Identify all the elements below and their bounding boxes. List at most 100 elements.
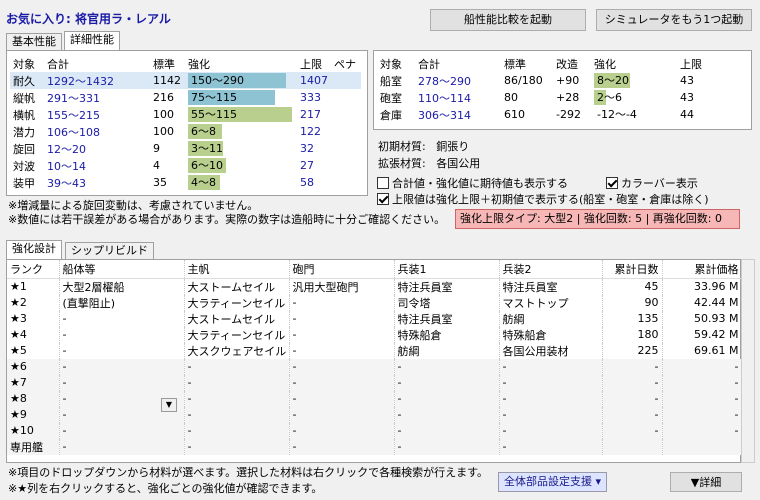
cell-rank[interactable]: ★5 (7, 342, 60, 359)
limit-option[interactable]: 上限値は強化上限＋初期値で表示する(船室・砲室・倉庫は除く) (377, 191, 709, 207)
cell-main-sail[interactable]: 大スクウェアセイル (184, 342, 290, 359)
cell-hull[interactable]: - (59, 438, 185, 455)
cell-rank[interactable]: ★2 (7, 294, 60, 311)
cell-rank[interactable]: ★6 (7, 358, 60, 375)
table-row: ★8- - - - - - - (7, 390, 743, 407)
cell-rank[interactable]: ★4 (7, 326, 60, 343)
tab-basic-performance[interactable]: 基本性能 (6, 33, 62, 50)
cell-equip2[interactable]: マストトップ (499, 294, 603, 311)
ship-compare-button[interactable]: 船性能比較を起動 (430, 9, 586, 31)
row-target: 潜力 (13, 125, 35, 139)
cell-days: 90 (602, 294, 663, 311)
cell-equip1[interactable]: 特注兵員室 (394, 278, 500, 295)
cell-main-sail[interactable]: - (184, 374, 290, 391)
cell-hull[interactable]: - (59, 326, 185, 343)
cell-days: 135 (602, 310, 663, 327)
tab-ship-rebuild[interactable]: シップリビルド (65, 242, 154, 259)
cell-equip2[interactable]: 舫綱 (499, 310, 603, 327)
row-total: 155〜215 (47, 108, 100, 122)
cell-gunport[interactable]: - (289, 374, 395, 391)
chevron-down-icon[interactable]: ▼ (161, 398, 177, 412)
cell-gunport[interactable]: - (289, 438, 395, 455)
cell-equip1[interactable]: - (394, 390, 500, 407)
tab-detail-performance[interactable]: 詳細性能 (64, 31, 120, 50)
cell-rank[interactable]: ★9 (7, 406, 60, 423)
cell-equip1[interactable]: - (394, 422, 500, 439)
cell-gunport[interactable]: - (289, 342, 395, 359)
cell-equip1[interactable]: - (394, 406, 500, 423)
detail-button[interactable]: ▼詳細 (670, 472, 742, 492)
limit-checkbox[interactable] (377, 193, 389, 205)
row-target: 倉庫 (380, 108, 402, 122)
grid-scrollbar[interactable] (741, 259, 755, 463)
cell-main-sail[interactable]: 大ラティーンセイル (184, 294, 290, 311)
cell-main-sail[interactable]: 大ストームセイル (184, 278, 290, 295)
row-total: 110〜114 (418, 91, 471, 105)
cell-hull[interactable]: - (59, 310, 185, 327)
cell-equip2[interactable]: 各国公用装材 (499, 342, 603, 359)
row-enhance: 6〜10 (191, 159, 223, 172)
note-error: ※数値には若干誤差がある場合があります。実際の数字は造船時に十分ご確認ください。 (8, 213, 446, 226)
cell-gunport[interactable]: - (289, 310, 395, 327)
row-standard: 9 (153, 142, 160, 155)
cell-gunport[interactable]: - (289, 390, 395, 407)
cell-rank[interactable]: ★8 (7, 390, 60, 407)
cell-main-sail[interactable]: - (184, 358, 290, 375)
cell-equip2[interactable]: - (499, 422, 603, 439)
cell-equip2[interactable]: 特注兵員室 (499, 278, 603, 295)
cell-rank[interactable]: 専用艦 (7, 438, 60, 455)
cell-equip2[interactable]: - (499, 390, 603, 407)
row-enhance-cell: 4〜8 (185, 174, 297, 191)
support-select[interactable]: 全体部品設定支援 ▾ (498, 472, 608, 492)
tab-enhance-design[interactable]: 強化設計 (6, 240, 62, 259)
cell-hull[interactable]: - (59, 358, 185, 375)
cell-rank[interactable]: ★3 (7, 310, 60, 327)
cell-equip1[interactable]: 特殊船倉 (394, 326, 500, 343)
cell-hull[interactable]: - (59, 422, 185, 439)
cell-gunport[interactable]: - (289, 358, 395, 375)
cell-main-sail[interactable]: - (184, 422, 290, 439)
expect-checkbox[interactable] (377, 177, 389, 189)
cell-equip2[interactable]: - (499, 438, 603, 455)
cell-equip2[interactable]: 特殊船倉 (499, 326, 603, 343)
row-total: 306〜314 (418, 108, 471, 122)
cell-gunport[interactable]: - (289, 422, 395, 439)
cell-equip1[interactable]: 特注兵員室 (394, 310, 500, 327)
colorbar-checkbox[interactable] (606, 177, 618, 189)
row-limit: 333 (300, 91, 321, 104)
cell-equip1[interactable]: 司令塔 (394, 294, 500, 311)
cell-equip1[interactable]: - (394, 438, 500, 455)
cell-hull[interactable]: 大型2層櫂船 (59, 278, 185, 295)
launch-simulator-button[interactable]: シミュレータをもう1つ起動 (596, 9, 752, 31)
cell-rank[interactable]: ★10 (7, 422, 60, 439)
cell-equip1[interactable]: 舫綱 (394, 342, 500, 359)
cell-gunport[interactable]: - (289, 294, 395, 311)
cell-hull[interactable]: - (59, 342, 185, 359)
cell-equip2[interactable]: - (499, 374, 603, 391)
row-limit: 43 (680, 74, 694, 87)
cell-gunport[interactable]: - (289, 326, 395, 343)
cell-equip2[interactable]: - (499, 358, 603, 375)
table-row: ★5- 大スクウェアセイル - 舫綱 各国公用装材 225 69.61 M (7, 342, 743, 359)
colorbar-option[interactable]: カラーバー表示 (606, 175, 698, 191)
cell-equip1[interactable]: - (394, 358, 500, 375)
cell-equip2[interactable]: - (499, 406, 603, 423)
table-row: ★3- 大ストームセイル - 特注兵員室 舫綱 135 50.93 M (7, 310, 743, 327)
chevron-down-icon: ▾ (595, 475, 602, 488)
col-standard: 標準 (504, 57, 526, 71)
cell-main-sail[interactable]: 大ラティーンセイル (184, 326, 290, 343)
row-standard: 100 (153, 108, 174, 121)
expect-option[interactable]: 合計値・強化値に期待値も表示する (377, 175, 568, 191)
cell-equip1[interactable]: - (394, 374, 500, 391)
cell-hull[interactable]: (直撃阻止) (59, 294, 185, 311)
cell-rank[interactable]: ★1 (7, 278, 60, 295)
cell-gunport[interactable]: - (289, 406, 395, 423)
cell-main-sail[interactable]: - (184, 390, 290, 407)
cell-main-sail[interactable]: - (184, 406, 290, 423)
row-target: 耐久 (10, 72, 44, 89)
cell-hull[interactable]: - (59, 374, 185, 391)
cell-main-sail[interactable]: - (184, 438, 290, 455)
cell-gunport[interactable]: 汎用大型砲門 (289, 278, 395, 295)
cell-rank[interactable]: ★7 (7, 374, 60, 391)
cell-main-sail[interactable]: 大ストームセイル (184, 310, 290, 327)
